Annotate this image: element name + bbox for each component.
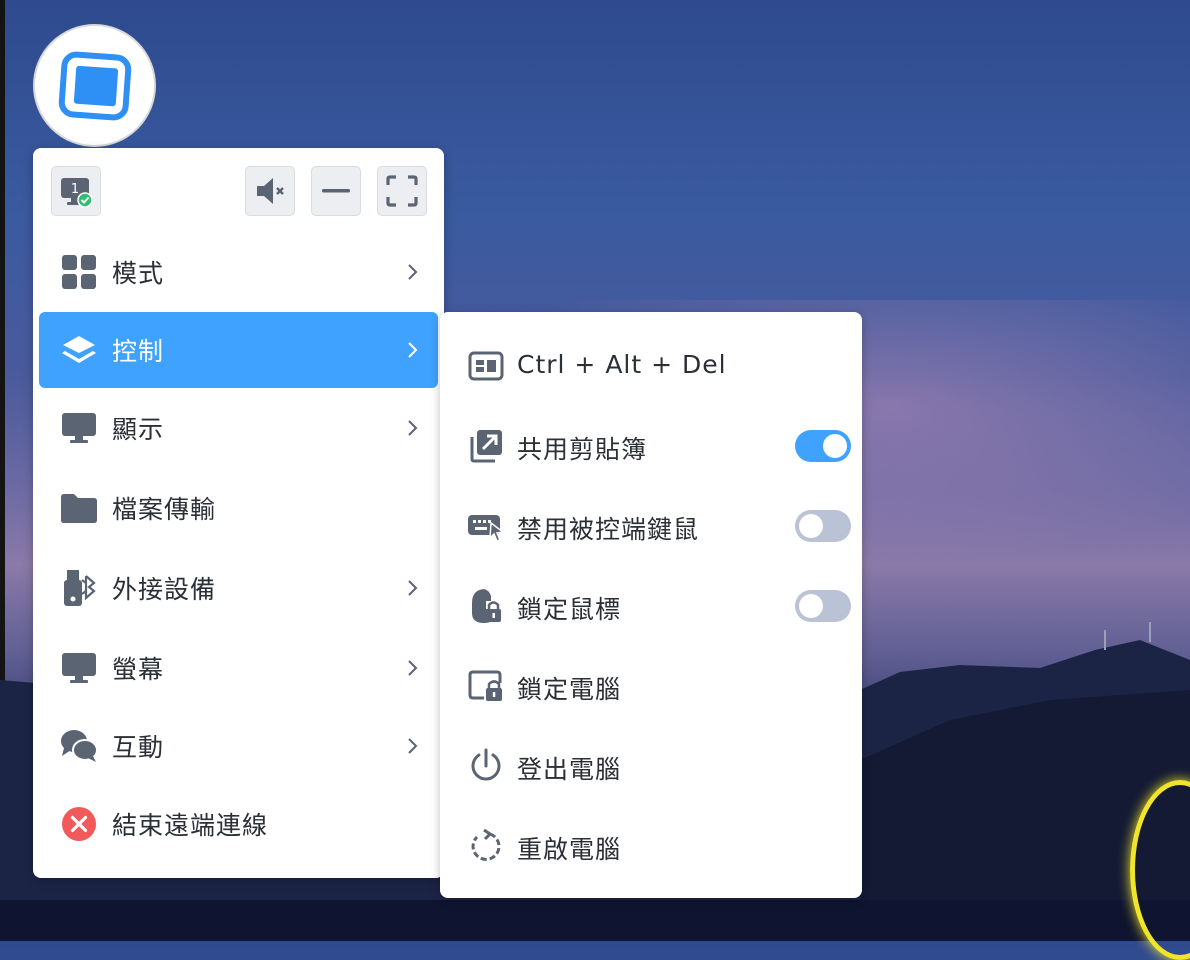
chevron-right-icon <box>408 738 418 754</box>
mute-button[interactable] <box>245 166 295 216</box>
close-circle-icon <box>59 804 99 844</box>
submenu-item-lock-computer[interactable]: 鎖定電腦 <box>440 646 862 726</box>
submenu-item-label: 鎖定電腦 <box>517 675 622 704</box>
menu-item-label: 螢幕 <box>112 655 165 684</box>
menu-item-end-session[interactable]: 結束遠端連線 <box>39 786 438 862</box>
main-menu-panel: 1 模式 控制 顯示 檔案傳輸 外接設備 螢幕 互動 結束遠端連線 <box>33 148 444 878</box>
toggle-knob <box>799 594 823 618</box>
restart-icon <box>466 826 506 866</box>
submenu-item-disable-remote-input[interactable]: 禁用被控端鍵鼠 <box>440 486 862 566</box>
menu-item-label: 模式 <box>112 259 165 288</box>
submenu-item-label: 共用剪貼簿 <box>517 435 648 464</box>
keyboard-mouse-icon <box>466 506 506 546</box>
toggle-knob <box>823 434 847 458</box>
submenu-item-sign-out[interactable]: 登出電腦 <box>440 726 862 806</box>
usb-bluetooth-icon <box>59 568 99 608</box>
monitor-icon <box>59 408 99 448</box>
menu-item-control[interactable]: 控制 <box>39 312 438 388</box>
grid-icon <box>59 252 99 292</box>
menu-item-peripherals[interactable]: 外接設備 <box>39 550 438 626</box>
toggle-knob <box>799 514 823 538</box>
menu-item-display[interactable]: 顯示 <box>39 390 438 466</box>
menu-item-label: 外接設備 <box>112 575 217 604</box>
clipboard-share-icon <box>466 426 506 466</box>
monitor-check-icon: 1 <box>61 178 93 208</box>
submenu-item-label: 禁用被控端鍵鼠 <box>517 515 700 544</box>
mouse-lock-icon <box>466 586 506 626</box>
submenu-item-shared-clipboard[interactable]: 共用剪貼簿 <box>440 406 862 486</box>
submenu-item-ctrl-alt-del[interactable]: Ctrl + Alt + Del <box>440 326 862 406</box>
fullscreen-icon <box>386 175 418 207</box>
minimize-icon <box>322 189 350 193</box>
monitor-number: 1 <box>71 182 79 197</box>
chevron-right-icon <box>408 580 418 596</box>
menu-toolbar: 1 <box>33 148 444 228</box>
menu-item-screen[interactable]: 螢幕 <box>39 630 438 706</box>
chevron-right-icon <box>408 660 418 676</box>
minimize-button[interactable] <box>311 166 361 216</box>
keyboard-combo-icon <box>466 346 506 386</box>
chevron-right-icon <box>408 264 418 280</box>
lock-mouse-toggle[interactable] <box>795 590 851 622</box>
chevron-right-icon <box>408 420 418 436</box>
menu-item-label: 結束遠端連線 <box>112 811 269 840</box>
menu-item-mode[interactable]: 模式 <box>39 234 438 310</box>
submenu-item-label: 登出電腦 <box>517 755 622 784</box>
menu-item-label: 顯示 <box>112 415 165 444</box>
remote-display-logo-icon <box>58 51 131 120</box>
folder-icon <box>59 488 99 528</box>
menu-item-label: 互動 <box>112 733 165 762</box>
menu-item-label: 檔案傳輸 <box>112 495 217 524</box>
menu-item-interaction[interactable]: 互動 <box>39 708 438 784</box>
chevron-right-icon <box>408 342 418 358</box>
app-logo-button[interactable] <box>33 24 156 147</box>
submenu-item-label: 重啟電腦 <box>517 835 622 864</box>
shared-clipboard-toggle[interactable] <box>795 430 851 462</box>
submenu-item-restart[interactable]: 重啟電腦 <box>440 806 862 886</box>
chat-icon <box>59 726 99 766</box>
menu-item-label: 控制 <box>112 337 165 366</box>
fullscreen-button[interactable] <box>377 166 427 216</box>
control-submenu-panel: Ctrl + Alt + Del 共用剪貼簿 禁用被控端鍵鼠 鎖定鼠標 鎖定電腦… <box>440 312 862 898</box>
monitor-select-button[interactable]: 1 <box>51 166 101 216</box>
submenu-item-lock-mouse[interactable]: 鎖定鼠標 <box>440 566 862 646</box>
menu-item-file-transfer[interactable]: 檔案傳輸 <box>39 470 438 546</box>
speaker-mute-icon <box>257 178 284 204</box>
submenu-item-label: Ctrl + Alt + Del <box>517 350 727 379</box>
disable-remote-input-toggle[interactable] <box>795 510 851 542</box>
computer-lock-icon <box>466 666 506 706</box>
screen-icon <box>59 648 99 688</box>
layers-icon <box>59 330 99 370</box>
power-icon <box>466 746 506 786</box>
submenu-item-label: 鎖定鼠標 <box>517 595 622 624</box>
